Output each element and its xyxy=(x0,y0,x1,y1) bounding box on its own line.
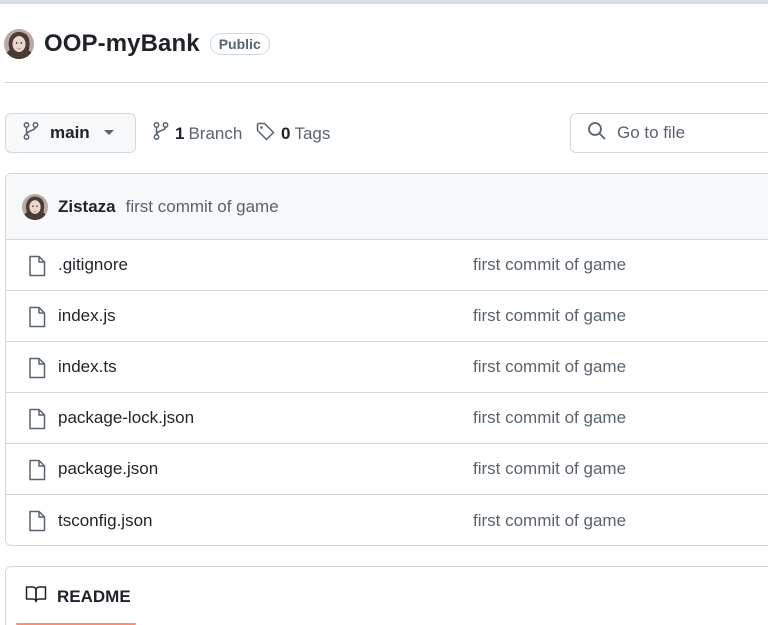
tag-word: Tags xyxy=(294,124,331,143)
git-branch-icon xyxy=(23,121,39,145)
file-name[interactable]: tsconfig.json xyxy=(58,511,153,531)
file-commit-message[interactable]: first commit of game xyxy=(473,459,626,479)
file-commit-message[interactable]: first commit of game xyxy=(473,408,626,428)
go-to-file-input[interactable] xyxy=(617,123,768,143)
file-name[interactable]: index.js xyxy=(58,306,116,326)
file-commit-message[interactable]: first commit of game xyxy=(473,511,626,531)
git-branch-icon xyxy=(153,122,169,145)
go-to-file-search[interactable] xyxy=(570,113,768,153)
file-commit-message[interactable]: first commit of game xyxy=(473,255,626,275)
readme-label: README xyxy=(57,586,131,606)
header-divider xyxy=(4,82,768,83)
file-name[interactable]: .gitignore xyxy=(58,255,128,275)
file-icon xyxy=(27,408,47,430)
file-row: package.json first commit of game xyxy=(6,444,768,495)
branch-selector-button[interactable]: main xyxy=(5,113,136,153)
file-row: index.js first commit of game xyxy=(6,291,768,342)
branches-link[interactable]: 1 Branch xyxy=(153,122,242,145)
tags-link[interactable]: 0 Tags xyxy=(256,122,330,146)
file-icon xyxy=(27,510,47,532)
latest-commit-bar: Zistaza first commit of game xyxy=(6,174,768,240)
branch-count: 1 xyxy=(175,123,185,143)
readme-panel: README xyxy=(5,566,768,625)
readme-tab[interactable]: README xyxy=(25,585,131,608)
tag-count: 0 xyxy=(281,124,291,143)
file-row: package-lock.json first commit of game xyxy=(6,393,768,444)
file-name[interactable]: index.ts xyxy=(58,357,117,377)
owner-avatar[interactable] xyxy=(4,29,34,59)
file-icon xyxy=(27,357,47,379)
visibility-badge: Public xyxy=(209,33,270,55)
top-border xyxy=(0,0,768,4)
file-icon xyxy=(27,255,47,277)
repo-header: OOP-myBank Public xyxy=(4,26,270,62)
commit-author-avatar[interactable] xyxy=(22,193,48,220)
book-icon xyxy=(25,585,47,608)
file-list: Zistaza first commit of game .gitignore … xyxy=(5,173,768,546)
file-commit-message[interactable]: first commit of game xyxy=(473,306,626,326)
caret-down-icon xyxy=(103,130,114,136)
repo-name[interactable]: OOP-myBank xyxy=(44,30,200,58)
file-icon xyxy=(27,459,47,481)
branch-name: main xyxy=(50,123,90,142)
branch-word: Branch xyxy=(188,123,243,143)
file-row: .gitignore first commit of game xyxy=(6,240,768,291)
file-row: tsconfig.json first commit of game xyxy=(6,495,768,545)
file-row: index.ts first commit of game xyxy=(6,342,768,393)
file-commit-message[interactable]: first commit of game xyxy=(473,357,626,377)
search-icon xyxy=(587,121,606,145)
tag-icon xyxy=(256,122,275,146)
file-name[interactable]: package-lock.json xyxy=(58,408,194,428)
commit-author[interactable]: Zistaza xyxy=(58,197,116,217)
commit-message[interactable]: first commit of game xyxy=(126,197,279,217)
file-name[interactable]: package.json xyxy=(58,459,158,479)
file-icon xyxy=(27,306,47,328)
